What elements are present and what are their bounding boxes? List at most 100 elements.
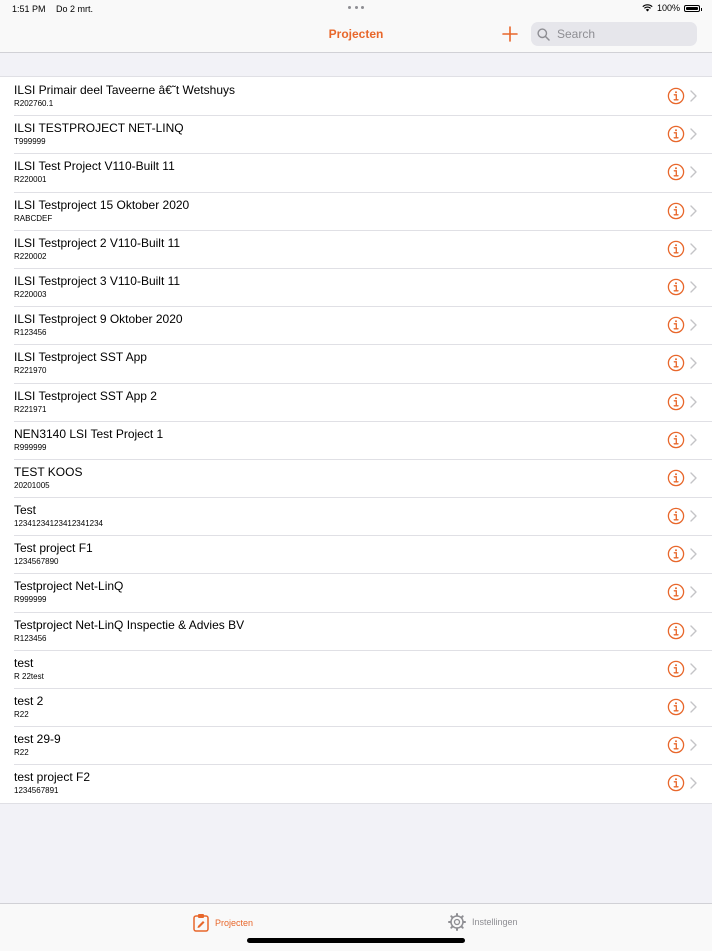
- project-row[interactable]: ILSI Testproject 3 V110-Built 11 R220003: [0, 267, 712, 306]
- chevron-right-icon: [690, 90, 697, 102]
- project-title: ILSI Testproject SST App 2: [14, 388, 157, 403]
- info-icon[interactable]: [667, 622, 685, 640]
- info-icon[interactable]: [667, 507, 685, 525]
- info-icon[interactable]: [667, 125, 685, 143]
- project-code: R221971: [14, 404, 47, 414]
- info-icon[interactable]: [667, 583, 685, 601]
- info-icon[interactable]: [667, 736, 685, 754]
- project-row[interactable]: Test 12341234123412341234: [0, 497, 712, 535]
- tab-bar: Projecten Instellingen: [0, 903, 712, 951]
- project-code: 1234567890: [14, 557, 59, 567]
- info-icon[interactable]: [667, 278, 685, 296]
- project-row[interactable]: ILSI Testproject SST App 2 R221971: [0, 382, 712, 421]
- project-row[interactable]: Testproject Net-LinQ Inspectie & Advies …: [0, 611, 712, 650]
- project-title: Testproject Net-LinQ: [14, 579, 124, 594]
- chevron-right-icon: [690, 395, 697, 408]
- info-icon[interactable]: [667, 431, 685, 449]
- add-project-button[interactable]: [500, 23, 520, 45]
- info-icon[interactable]: [667, 316, 685, 334]
- chevron-right-icon: [690, 243, 697, 255]
- home-indicator[interactable]: [247, 938, 465, 943]
- info-icon[interactable]: [667, 393, 685, 411]
- project-title: ILSI Testproject 2 V110-Built 11: [14, 235, 181, 250]
- chevron-right-icon: [690, 777, 697, 790]
- gear-icon: [448, 913, 466, 931]
- status-time: 1:51 PM: [12, 4, 46, 14]
- chevron-right-icon: [690, 319, 697, 331]
- project-code: R220001: [14, 175, 47, 185]
- project-code: R999999: [14, 595, 47, 605]
- tab-projecten[interactable]: Projecten: [193, 913, 253, 932]
- tab-instellingen-label: Instellingen: [472, 917, 518, 927]
- navigation-bar: Projecten: [0, 18, 712, 53]
- chevron-right-icon: [690, 548, 697, 560]
- project-row[interactable]: test R 22test: [0, 649, 712, 688]
- project-code: R22: [14, 710, 29, 719]
- info-icon[interactable]: [667, 87, 685, 105]
- project-row[interactable]: ILSI Primair deel Taveerne â€˜t Wetshuys…: [0, 77, 712, 115]
- chevron-right-icon: [690, 357, 697, 370]
- project-title: Test: [14, 503, 37, 518]
- status-left: 1:51 PM Do 2 mrt.: [12, 4, 93, 14]
- info-icon[interactable]: [667, 469, 685, 487]
- project-row[interactable]: test project F2 1234567891: [0, 764, 712, 802]
- project-row[interactable]: ILSI Testproject 15 Oktober 2020 RABCDEF: [0, 191, 712, 230]
- project-title: test 2: [14, 694, 44, 708]
- project-row[interactable]: test 2 R22: [0, 688, 712, 726]
- project-row[interactable]: ILSI Testproject 9 Oktober 2020 R123456: [0, 306, 712, 344]
- project-code: 12341234123412341234: [14, 519, 103, 529]
- clipboard-icon: [193, 914, 209, 932]
- info-icon[interactable]: [667, 545, 685, 563]
- battery-percentage: 100%: [656, 3, 680, 13]
- plus-icon: [502, 26, 518, 42]
- project-row[interactable]: Test project F1 1234567890: [0, 535, 712, 573]
- info-icon[interactable]: [667, 240, 685, 258]
- battery-icon: [684, 4, 702, 12]
- project-title: test 29-9: [14, 732, 61, 747]
- project-code: R123456: [14, 328, 47, 338]
- info-icon[interactable]: [667, 163, 685, 181]
- project-code: R22: [14, 748, 29, 758]
- project-row[interactable]: Testproject Net-LinQ R999999: [0, 573, 712, 611]
- project-title: Testproject Net-LinQ Inspectie & Advies …: [14, 617, 245, 632]
- info-icon[interactable]: [667, 354, 685, 372]
- project-code: RABCDEF: [14, 213, 53, 223]
- project-code: T999999: [14, 137, 46, 147]
- tab-projecten-label: Projecten: [215, 917, 254, 928]
- info-icon[interactable]: [667, 660, 685, 678]
- chevron-right-icon: [690, 586, 697, 599]
- project-list: ILSI Primair deel Taveerne â€˜t Wetshuys…: [0, 76, 712, 804]
- chevron-right-icon: [690, 128, 697, 140]
- project-title: ILSI Test Project V110-Built 11: [14, 159, 175, 174]
- tab-instellingen[interactable]: Instellingen: [448, 913, 518, 931]
- chevron-right-icon: [690, 624, 697, 637]
- project-row[interactable]: ILSI TESTPROJECT NET-LINQ T999999: [0, 115, 712, 153]
- status-right: 100%: [642, 3, 702, 13]
- project-row[interactable]: test 29-9 R22: [0, 726, 712, 764]
- project-row[interactable]: ILSI Test Project V110-Built 11 R220001: [0, 153, 712, 191]
- project-title: test: [14, 655, 34, 670]
- info-icon[interactable]: [667, 698, 685, 716]
- project-title: ILSI Testproject 9 Oktober 2020: [14, 312, 183, 327]
- chevron-right-icon: [690, 472, 697, 484]
- chevron-right-icon: [690, 166, 697, 179]
- project-code: R999999: [14, 442, 47, 452]
- project-code: 20201005: [14, 480, 50, 490]
- project-title: NEN3140 LSI Test Project 1: [14, 426, 164, 441]
- project-title: ILSI Testproject 15 Oktober 2020: [14, 197, 190, 212]
- info-icon[interactable]: [667, 774, 685, 792]
- project-code: 1234567891: [14, 786, 59, 796]
- wifi-icon: [642, 4, 653, 12]
- project-code: R220003: [14, 289, 47, 299]
- chevron-right-icon: [690, 204, 697, 217]
- chevron-right-icon: [690, 510, 697, 522]
- info-icon[interactable]: [667, 202, 685, 220]
- search-bar[interactable]: [531, 22, 697, 46]
- project-row[interactable]: TEST KOOS 20201005: [0, 458, 712, 497]
- project-title: ILSI Testproject SST App: [14, 350, 147, 365]
- project-row[interactable]: ILSI Testproject 2 V110-Built 11 R220002: [0, 229, 712, 268]
- project-row[interactable]: ILSI Testproject SST App R221970: [0, 344, 712, 382]
- search-input[interactable]: [555, 26, 689, 42]
- multitasking-dots-icon[interactable]: [348, 6, 364, 10]
- project-row[interactable]: NEN3140 LSI Test Project 1 R999999: [0, 420, 712, 459]
